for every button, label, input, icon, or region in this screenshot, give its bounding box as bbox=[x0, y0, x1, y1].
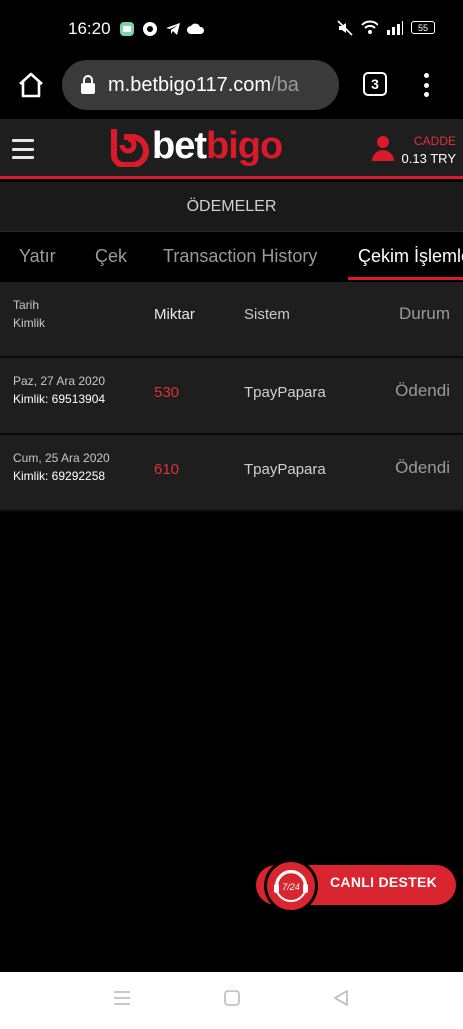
header-status: Durum bbox=[398, 304, 450, 323]
chrome-icon bbox=[141, 20, 158, 37]
table-header-row: Tarih Kimlik Miktar Sistem Durum bbox=[0, 282, 463, 358]
browser-toolbar: m.betbigo117.com/ba 3 bbox=[0, 58, 463, 116]
notification-icons bbox=[118, 20, 204, 37]
support-badge: 7/24 bbox=[282, 882, 300, 892]
headset-icon: 7/24 bbox=[264, 859, 318, 913]
logo-text-bigo: bigo bbox=[206, 125, 283, 167]
recent-apps-icon[interactable] bbox=[113, 990, 131, 1011]
table-row[interactable]: Cum, 25 Ara 2020 Kimlik: 69292258 610 Tp… bbox=[0, 435, 463, 512]
row-amount: 610 bbox=[154, 461, 180, 478]
row-date: Cum, 25 Ara 2020 bbox=[13, 451, 110, 465]
row-id: Kimlik: 69292258 bbox=[13, 469, 106, 483]
row-date: Paz, 27 Ara 2020 bbox=[13, 374, 106, 388]
site-header: betbigo CADDE 0.13 TRY bbox=[0, 119, 463, 179]
tab-withdrawal-transactions[interactable]: Çekim İşlemleri bbox=[358, 246, 463, 267]
lock-icon bbox=[81, 75, 95, 94]
payment-tabs: Yatır Çek Transaction History Çekim İşle… bbox=[0, 234, 463, 280]
user-balance: 0.13 TRY bbox=[401, 151, 456, 166]
more-menu-icon[interactable] bbox=[414, 70, 438, 100]
site-logo[interactable]: betbigo bbox=[108, 125, 283, 168]
hamburger-menu-icon[interactable] bbox=[12, 139, 34, 159]
row-system: TpayPapara bbox=[244, 384, 326, 401]
header-id: Kimlik bbox=[13, 316, 45, 330]
withdrawals-table: Tarih Kimlik Miktar Sistem Durum Paz, 27… bbox=[0, 282, 463, 512]
telegram-icon bbox=[164, 20, 181, 37]
system-icons: 55 bbox=[336, 19, 435, 36]
status-bar: 16:20 55 bbox=[0, 0, 463, 58]
logo-text-bet: bet bbox=[152, 125, 207, 167]
row-status: Ödendi bbox=[395, 458, 450, 477]
active-tab-indicator bbox=[348, 277, 463, 280]
header-date: Tarih bbox=[13, 298, 40, 312]
support-label: CANLI DESTEK bbox=[330, 874, 438, 890]
mute-icon bbox=[336, 19, 353, 36]
header-system: Sistem bbox=[244, 306, 290, 323]
row-id: Kimlik: 69513904 bbox=[13, 392, 106, 406]
logo-mark-icon bbox=[108, 125, 150, 168]
tab-withdraw[interactable]: Çek bbox=[95, 246, 127, 267]
page-title: ÖDEMELER bbox=[0, 182, 463, 232]
live-support-button[interactable]: 7/24 CANLI DESTEK bbox=[248, 859, 456, 913]
home-nav-icon[interactable] bbox=[224, 990, 240, 1011]
user-icon[interactable] bbox=[371, 134, 395, 162]
battery-icon: 55 bbox=[411, 21, 435, 34]
tab-deposit[interactable]: Yatır bbox=[19, 246, 56, 267]
system-nav-bar bbox=[0, 972, 463, 1029]
row-status: Ödendi bbox=[395, 381, 450, 400]
cloud-icon bbox=[187, 20, 204, 37]
tab-transaction-history[interactable]: Transaction History bbox=[163, 246, 317, 267]
url-text: m.betbigo117.com/ba bbox=[108, 73, 299, 96]
row-system: TpayPapara bbox=[244, 461, 326, 478]
home-icon[interactable] bbox=[16, 70, 46, 100]
chat-notification-icon bbox=[118, 20, 135, 37]
back-icon[interactable] bbox=[333, 990, 349, 1011]
signal-icon bbox=[386, 19, 403, 36]
row-amount: 530 bbox=[154, 384, 180, 401]
tab-switcher-button[interactable]: 3 bbox=[363, 72, 387, 96]
username[interactable]: CADDE bbox=[414, 134, 456, 148]
status-time: 16:20 bbox=[68, 19, 111, 38]
table-row[interactable]: Paz, 27 Ara 2020 Kimlik: 69513904 530 Tp… bbox=[0, 358, 463, 435]
header-amount: Miktar bbox=[154, 306, 195, 323]
address-bar[interactable]: m.betbigo117.com/ba bbox=[62, 60, 339, 110]
wifi-icon bbox=[361, 19, 378, 36]
